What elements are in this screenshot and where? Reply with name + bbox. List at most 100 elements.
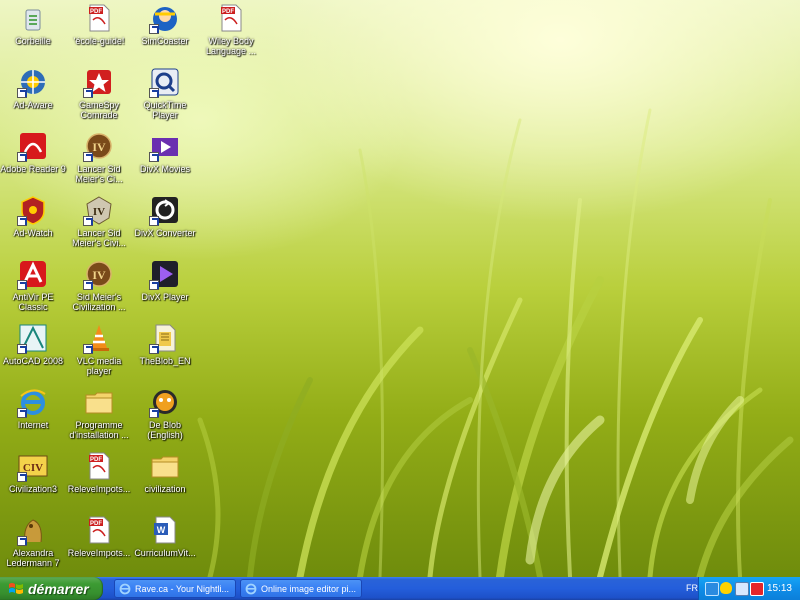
desktop-icon-label: Programme d'installation ... — [69, 420, 129, 440]
desktop-icon-label: 'école-guide! — [73, 36, 125, 46]
svg-text:IV: IV — [92, 268, 106, 282]
shortcut-arrow-icon — [83, 344, 93, 354]
desktop-icon-civilization3[interactable]: CIV Civilization3 — [0, 450, 66, 494]
svg-text:IV: IV — [93, 206, 105, 218]
shortcut-arrow-icon — [17, 344, 27, 354]
desktop-icon-releveimpots[interactable]: PDF ReleveImpots... — [66, 514, 132, 558]
desktop-icon-civilization[interactable]: civilization — [132, 450, 198, 494]
vlc-cone-icon — [83, 322, 115, 354]
ad-watch-icon — [17, 194, 49, 226]
desktop-icon-quicktime-player[interactable]: QuickTime Player — [132, 66, 198, 120]
desktop-icon-autocad-2008[interactable]: AutoCAD 2008 — [0, 322, 66, 366]
desktop-icon-label: Wiley Body Language ... — [205, 36, 257, 56]
desktop-icon-label: Corbeille — [15, 36, 51, 46]
pdf-icon: PDF — [83, 2, 115, 34]
shortcut-arrow-icon — [17, 472, 27, 482]
desktop-icon-cole-guide[interactable]: PDF 'école-guide! — [66, 2, 132, 46]
folder-icon — [149, 450, 181, 482]
desktop-icon-label: VLC media player — [76, 356, 122, 376]
recycle-bin-icon — [17, 2, 49, 34]
folder-icon — [83, 386, 115, 418]
desktop-icon-vlc-media-player[interactable]: VLC media player — [66, 322, 132, 376]
desktop-icon-ad-watch[interactable]: Ad-Watch — [0, 194, 66, 238]
blob-icon — [149, 322, 181, 354]
shortcut-arrow-icon — [149, 408, 159, 418]
clock: 15:13 — [766, 583, 792, 594]
divx-movies-icon — [149, 130, 181, 162]
desktop-icon-corbeille[interactable]: Corbeille — [0, 2, 66, 46]
desktop-icon-lancer-sid-meier-s-ci[interactable]: IV Lancer Sid Meier's Ci... — [66, 130, 132, 184]
desktop-icon-label: TheBlob_EN — [139, 356, 191, 366]
desktop-icon-divx-converter[interactable]: DivX Converter — [132, 194, 198, 238]
shortcut-arrow-icon — [149, 152, 159, 162]
shortcut-arrow-icon — [149, 344, 159, 354]
desktop-icon-label: civilization — [144, 484, 186, 494]
antivir-tray-icon[interactable] — [750, 582, 764, 596]
desktop-icon-lancer-sid-meier-s-civi[interactable]: IV Lancer Sid Meier's Civi... — [66, 194, 132, 248]
svg-text:PDF: PDF — [90, 457, 102, 463]
desktop-icon-label: Ad-Aware — [13, 100, 53, 110]
desktop-icon-label: DivX Movies — [139, 164, 190, 174]
start-button[interactable]: démarrer — [0, 577, 103, 600]
desktop-icon-programme-d-installation[interactable]: Programme d'installation ... — [66, 386, 132, 440]
antivir-icon — [17, 258, 49, 290]
language-indicator[interactable]: FR — [686, 583, 698, 593]
shortcut-arrow-icon — [17, 216, 27, 226]
desktop-icon-label: SimCoaster — [141, 36, 189, 46]
autocad-icon — [17, 322, 49, 354]
desktop-icon-de-blob-english[interactable]: De Blob (English) — [132, 386, 198, 440]
desktop-icon-divx-movies[interactable]: DivX Movies — [132, 130, 198, 174]
shortcut-arrow-icon — [149, 280, 159, 290]
desktop-icon-ad-aware[interactable]: Ad-Aware — [0, 66, 66, 110]
taskbar-button-rave[interactable]: Rave.ca - Your Nightli... — [114, 579, 236, 598]
shortcut-arrow-icon — [17, 536, 27, 546]
desktop-icon-releveimpots[interactable]: PDF ReleveImpots... — [66, 450, 132, 494]
alexandra-ledermann-icon — [17, 514, 49, 546]
ad-aware-icon — [17, 66, 49, 98]
desktop-icon-simcoaster[interactable]: SimCoaster — [132, 2, 198, 46]
desktop-icon-gamespy-comrade[interactable]: GameSpy Comrade — [66, 66, 132, 120]
civ4-icon: IV — [83, 130, 115, 162]
desktop-icon-label: Adobe Reader 9 — [0, 164, 66, 174]
desktop-icon-adobe-reader-9[interactable]: Adobe Reader 9 — [0, 130, 66, 174]
adobe-reader-icon — [17, 130, 49, 162]
desktop-icon-theblob-en[interactable]: TheBlob_EN — [132, 322, 198, 366]
shortcut-arrow-icon — [83, 216, 93, 226]
pdf-icon: PDF — [83, 514, 115, 546]
desktop-icon-curriculumvit[interactable]: W CurriculumVit... — [132, 514, 198, 558]
system-tray: 15:13 — [698, 577, 800, 600]
desktop-icon-internet[interactable]: Internet — [0, 386, 66, 430]
pdf-icon: PDF — [215, 2, 247, 34]
shortcut-arrow-icon — [83, 280, 93, 290]
svg-text:PDF: PDF — [222, 9, 234, 15]
network-icon[interactable] — [705, 582, 719, 596]
de-blob-icon — [149, 386, 181, 418]
desktop-icon-label: ReleveImpots... — [67, 548, 131, 558]
desktop-icon-label: Alexandra Ledermann 7 — [6, 548, 60, 568]
desktop-icon-antivir-pe-classic[interactable]: AntiVir PE Classic — [0, 258, 66, 312]
shortcut-arrow-icon — [17, 152, 27, 162]
desktop-icon-label: AutoCAD 2008 — [2, 356, 64, 366]
security-shield-icon[interactable] — [720, 582, 732, 594]
desktop-icon-label: DivX Converter — [134, 228, 196, 238]
desktop-icon-label: Ad-Watch — [13, 228, 53, 238]
monitor-icon[interactable] — [735, 582, 749, 596]
desktop-icon-label: AntiVir PE Classic — [12, 292, 54, 312]
desktop-icon-sid-meier-s-civilization[interactable]: IV Sid Meier's Civilization ... — [66, 258, 132, 312]
taskbar: démarrer Rave.ca - Your Nightli... Onlin… — [0, 577, 800, 600]
taskbar-button-image-editor[interactable]: Online image editor pi... — [240, 579, 362, 598]
desktop-icon-wiley-body-language[interactable]: PDF Wiley Body Language ... — [198, 2, 264, 56]
desktop-icon-label: Lancer Sid Meier's Civi... — [72, 228, 126, 248]
quicktime-icon — [149, 66, 181, 98]
internet-explorer-icon — [119, 583, 131, 594]
desktop-icon-alexandra-ledermann-7[interactable]: Alexandra Ledermann 7 — [0, 514, 66, 568]
svg-text:W: W — [157, 525, 166, 535]
shortcut-arrow-icon — [17, 408, 27, 418]
internet-explorer-icon — [245, 583, 257, 594]
desktop-icon-label: Internet — [17, 420, 49, 430]
divx-converter-icon — [149, 194, 181, 226]
shortcut-arrow-icon — [83, 152, 93, 162]
civ4-warlords-icon: IV — [83, 194, 115, 226]
svg-text:PDF: PDF — [90, 9, 102, 15]
desktop-icon-divx-player[interactable]: DivX Player — [132, 258, 198, 302]
